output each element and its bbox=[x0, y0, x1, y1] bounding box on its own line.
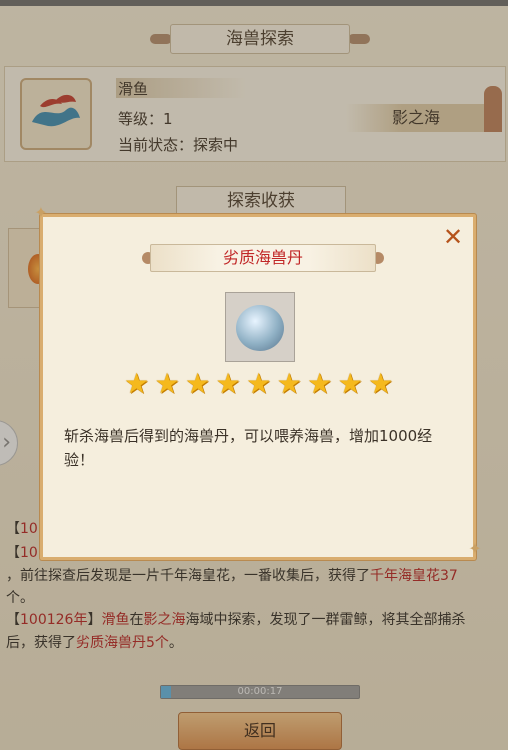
item-description: 斩杀海兽后得到的海兽丹，可以喂养海兽，增加1000经验！ bbox=[64, 427, 433, 469]
item-title: 劣质海兽丹 bbox=[150, 244, 376, 272]
star-icon: ★ bbox=[154, 367, 180, 400]
close-icon[interactable]: ✕ bbox=[440, 224, 466, 250]
beast-pill-orb-icon bbox=[236, 305, 284, 351]
item-rating: ★ ★ ★ ★ ★ ★ ★ ★ ★ bbox=[124, 370, 396, 400]
corner-ornament-icon: ✦ bbox=[468, 539, 482, 558]
star-icon: ★ bbox=[307, 367, 333, 400]
star-icon: ★ bbox=[185, 367, 211, 400]
star-icon: ★ bbox=[246, 367, 272, 400]
star-icon: ★ bbox=[337, 367, 363, 400]
star-icon: ★ bbox=[124, 367, 150, 400]
star-icon: ★ bbox=[215, 367, 241, 400]
star-icon: ★ bbox=[276, 367, 302, 400]
corner-ornament-icon: ✦ bbox=[34, 203, 48, 222]
item-icon bbox=[225, 292, 295, 362]
star-icon: ★ bbox=[368, 367, 394, 400]
